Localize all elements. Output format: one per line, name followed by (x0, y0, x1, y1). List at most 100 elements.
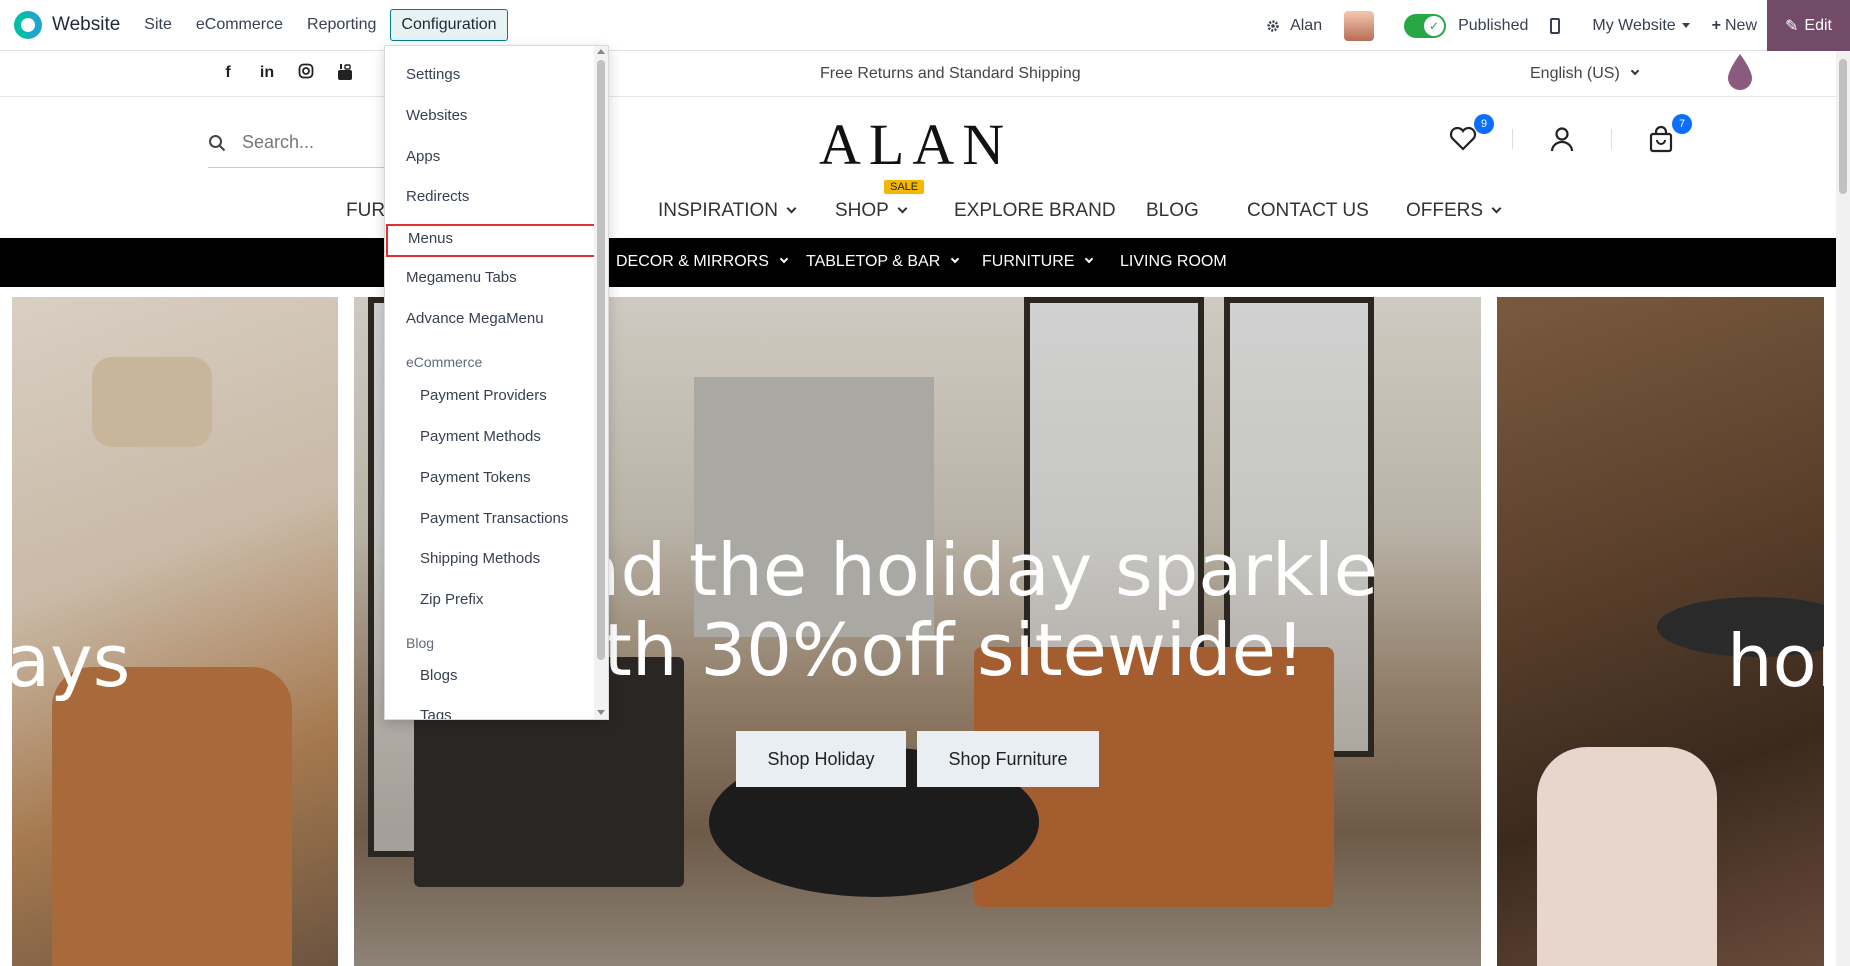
nav-item-explore-brand[interactable]: EXPLORE BRAND (954, 200, 1116, 222)
social-links: f in (218, 63, 374, 83)
scroll-down-arrow-icon[interactable] (597, 710, 605, 715)
menu-site[interactable]: Site (134, 10, 182, 40)
menu-reporting[interactable]: Reporting (297, 10, 386, 40)
hero-heading-line2: With 30%off sitewide! (514, 608, 1305, 692)
chair-image (1537, 747, 1717, 966)
search-bar[interactable]: Search... (208, 118, 388, 168)
gear-icon (1267, 19, 1279, 32)
nav-item-shop[interactable]: SHOP (835, 200, 908, 222)
hero-slide-left-text: ays (12, 619, 131, 703)
menu-item-payment-transactions[interactable]: Payment Transactions (420, 510, 568, 527)
divider (1512, 129, 1513, 149)
configuration-dropdown: Settings Websites Apps Redirects Menus M… (384, 45, 609, 720)
shopping-bag-icon (1649, 125, 1673, 153)
toggle-switch[interactable]: ✓ (1404, 13, 1447, 38)
nav-item-blog[interactable]: BLOG (1146, 200, 1199, 222)
navbar-tools: Alan ✓ Published My Website + New ✎ Edit (1266, 0, 1850, 51)
cart-button[interactable]: 7 (1646, 114, 1692, 154)
droplet-icon[interactable] (1726, 52, 1754, 92)
menu-item-advance-megamenu[interactable]: Advance MegaMenu (406, 310, 544, 327)
armchair-image (52, 667, 292, 966)
menu-item-megamenu-tabs[interactable]: Megamenu Tabs (406, 269, 517, 286)
cushion-image (92, 357, 212, 447)
menu-item-payment-methods[interactable]: Payment Methods (420, 428, 541, 445)
hero-slide-right[interactable]: hon (1497, 297, 1824, 966)
menu-item-settings[interactable]: Settings (406, 66, 460, 83)
hero-heading-line1: read the holiday sparkle (504, 528, 1379, 612)
mobile-icon (1550, 17, 1561, 34)
menu-item-shipping-methods[interactable]: Shipping Methods (420, 550, 540, 567)
nav-label: EXPLORE BRAND (954, 200, 1116, 221)
page-scrollbar-thumb[interactable] (1839, 59, 1847, 194)
menu-item-redirects[interactable]: Redirects (406, 188, 469, 205)
menu-ecommerce[interactable]: eCommerce (186, 10, 293, 40)
website-app-icon (14, 11, 42, 39)
menu-item-menus[interactable]: Menus (386, 224, 596, 257)
mobile-preview-button[interactable] (1550, 17, 1570, 34)
instagram-icon[interactable] (296, 63, 316, 83)
menu-configuration[interactable]: Configuration (390, 9, 508, 41)
account-button[interactable] (1547, 124, 1577, 154)
nav-item-offers[interactable]: OFFERS (1406, 200, 1502, 222)
sale-badge: SALE (884, 180, 925, 194)
chevron-down-icon (951, 254, 960, 264)
edit-label: Edit (1804, 16, 1832, 34)
category-label: DECOR & MIRRORS (616, 253, 769, 270)
hero-slide-left[interactable]: ays (12, 297, 338, 966)
facebook-icon[interactable]: f (218, 63, 238, 83)
menu-item-apps[interactable]: Apps (406, 148, 440, 165)
chevron-down-icon (1491, 203, 1502, 214)
language-selector[interactable]: English (US) (1530, 65, 1640, 83)
nav-item-inspiration[interactable]: INSPIRATION (658, 200, 797, 222)
publish-toggle[interactable]: ✓ Published (1404, 13, 1529, 38)
edit-button[interactable]: ✎ Edit (1767, 0, 1850, 51)
chevron-down-icon (779, 254, 789, 264)
menu-item-payment-providers[interactable]: Payment Providers (420, 387, 547, 404)
nav-label: BLOG (1146, 200, 1199, 221)
page-scrollbar[interactable] (1836, 51, 1850, 966)
menu-item-tags[interactable]: Tags (420, 707, 452, 719)
user-menu[interactable]: Alan (1266, 17, 1322, 35)
nav-label: CONTACT US (1247, 200, 1369, 221)
dropdown-scrollbar[interactable] (594, 46, 608, 719)
nav-label: OFFERS (1406, 200, 1484, 221)
chevron-down-icon (1085, 254, 1094, 264)
nav-item-contact-us[interactable]: CONTACT US (1247, 200, 1369, 222)
category-tabletop-bar[interactable]: TABLETOP & BAR (806, 253, 960, 271)
scroll-up-arrow-icon[interactable] (597, 49, 605, 54)
nav-label: INSPIRATION (658, 200, 778, 221)
app-brand[interactable]: Website (14, 11, 120, 39)
website-selector[interactable]: My Website (1592, 17, 1690, 35)
pencil-icon: ✎ (1785, 17, 1799, 35)
dropdown-scrollbar-thumb[interactable] (597, 60, 605, 660)
category-decor-mirrors[interactable]: DECOR & MIRRORS (616, 253, 789, 271)
youtube-icon[interactable] (335, 63, 355, 83)
menu-item-websites[interactable]: Websites (406, 107, 467, 124)
shop-holiday-button[interactable]: Shop Holiday (736, 731, 906, 787)
category-label: FURNITURE (982, 253, 1075, 270)
shop-furniture-button[interactable]: Shop Furniture (917, 731, 1099, 787)
user-name: Alan (1290, 16, 1323, 34)
section-header-ecommerce: eCommerce (406, 354, 483, 370)
wishlist-button[interactable]: 9 (1448, 114, 1494, 154)
search-input[interactable]: Search... (242, 132, 314, 153)
announcement-bar: f in Free Returns and Standard Shipping … (0, 51, 1836, 97)
linkedin-icon[interactable]: in (257, 63, 277, 83)
heart-icon (1449, 126, 1477, 151)
divider (1611, 129, 1612, 149)
category-furniture[interactable]: FURNITURE (982, 253, 1094, 271)
category-living-room[interactable]: LIVING ROOM (1120, 253, 1227, 271)
site-logo[interactable]: ALAN (819, 111, 1012, 178)
chevron-down-icon (786, 203, 797, 214)
category-label: LIVING ROOM (1120, 253, 1227, 270)
menu-item-blogs[interactable]: Blogs (420, 667, 458, 684)
caret-down-icon (1681, 23, 1690, 28)
category-label: TABLETOP & BAR (806, 253, 941, 270)
avatar[interactable] (1344, 10, 1375, 41)
published-label: Published (1458, 16, 1529, 34)
plus-icon: + (1711, 16, 1721, 34)
new-button[interactable]: + New (1712, 17, 1757, 35)
menu-item-zip-prefix[interactable]: Zip Prefix (420, 591, 483, 608)
menu-item-payment-tokens[interactable]: Payment Tokens (420, 469, 531, 486)
top-menu: Site eCommerce Reporting Configuration (134, 9, 511, 41)
